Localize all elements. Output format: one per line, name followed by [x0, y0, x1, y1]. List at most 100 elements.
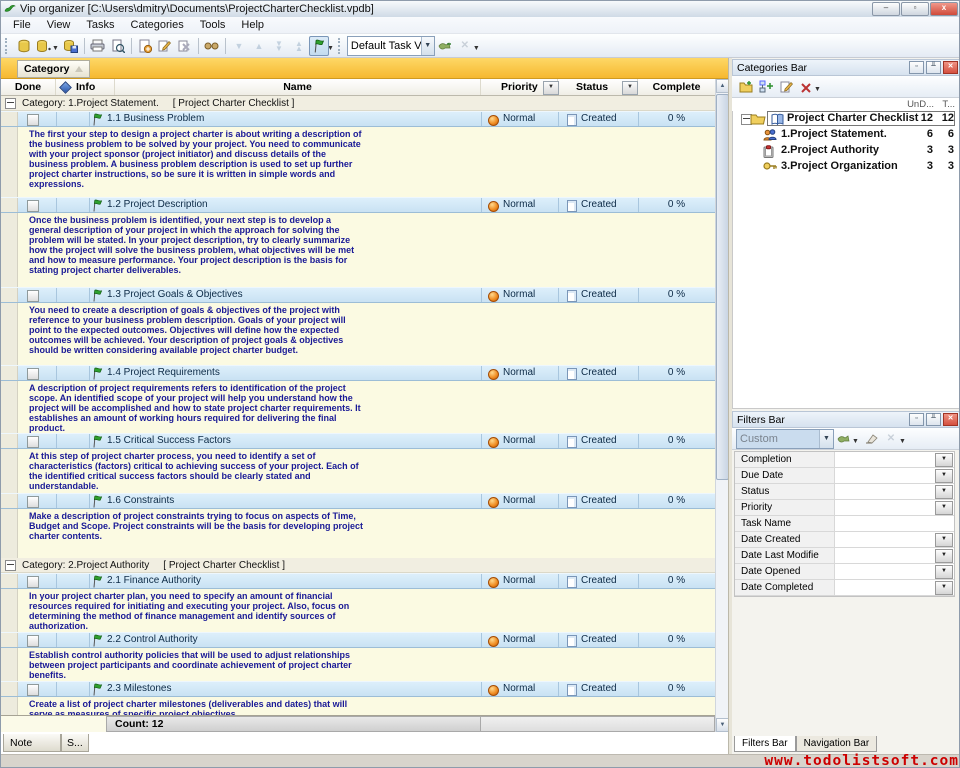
filter-dropdown-icon[interactable]: ▼: [935, 501, 953, 515]
filter-dropdown-icon[interactable]: ▼: [935, 549, 953, 563]
menu-view[interactable]: View: [39, 18, 79, 32]
filter-dropdown-icon[interactable]: ▼: [935, 485, 953, 499]
subtasks-tab[interactable]: S...: [61, 734, 89, 752]
new-task-button[interactable]: [135, 36, 155, 56]
edit-task-button[interactable]: [155, 36, 175, 56]
task-row[interactable]: 1.6 Constraints Normal Created 0 %: [1, 493, 715, 509]
filter-preset-combobox[interactable]: Custom ▼: [736, 429, 834, 449]
done-checkbox[interactable]: [27, 368, 39, 380]
column-header-done[interactable]: Done: [1, 79, 56, 95]
categories-pin-icon[interactable]: ╨: [926, 61, 941, 74]
toolbar-grip[interactable]: [5, 38, 10, 54]
tree-category-item[interactable]: 3.Project Organization33: [733, 159, 960, 175]
status-filter-icon[interactable]: ▼: [622, 81, 638, 95]
filter-value-field[interactable]: [835, 532, 936, 547]
task-view-combobox[interactable]: Default Task V ▼: [347, 36, 435, 56]
filter-value-field[interactable]: [835, 484, 936, 499]
done-checkbox[interactable]: [27, 200, 39, 212]
tree-category-item[interactable]: 2.Project Authority33: [733, 143, 960, 159]
filter-dropdown-icon[interactable]: ▼: [935, 453, 953, 467]
clear-filter-button[interactable]: ✕: [881, 429, 901, 449]
done-checkbox[interactable]: [27, 576, 39, 588]
column-header-name[interactable]: Name: [115, 79, 481, 95]
grid-vertical-scrollbar[interactable]: ▲ ▼: [715, 79, 728, 732]
task-row[interactable]: 1.5 Critical Success Factors Normal Crea…: [1, 433, 715, 449]
task-description-row[interactable]: You need to create a description of goal…: [1, 303, 715, 365]
task-description-row[interactable]: A description of project requirements re…: [1, 381, 715, 433]
filter-value-field[interactable]: [835, 564, 936, 579]
clear-view-button[interactable]: ✕: [455, 36, 475, 56]
categories-close-icon[interactable]: ✕: [943, 61, 958, 74]
note-tab[interactable]: Note: [3, 734, 61, 752]
done-checkbox[interactable]: [27, 684, 39, 696]
filters-close-icon[interactable]: ✕: [943, 413, 958, 426]
priority-filter-icon[interactable]: ▼: [543, 81, 559, 95]
tree-category-item[interactable]: 1.Project Statement.66: [733, 127, 960, 143]
task-row[interactable]: 1.2 Project Description Normal Created 0…: [1, 197, 715, 213]
task-row[interactable]: 1.1 Business Problem Normal Created 0 %: [1, 111, 715, 127]
filter-dropdown-icon[interactable]: ▼: [935, 565, 953, 579]
categories-restore-icon[interactable]: ▫: [909, 61, 924, 74]
add-category-button[interactable]: [756, 77, 776, 97]
done-checkbox[interactable]: [27, 290, 39, 302]
edit-category-button[interactable]: [776, 77, 796, 97]
task-row[interactable]: 1.4 Project Requirements Normal Created …: [1, 365, 715, 381]
done-checkbox[interactable]: [27, 436, 39, 448]
done-checkbox[interactable]: [27, 496, 39, 508]
add-task-list-button[interactable]: [736, 77, 756, 97]
apply-view-button[interactable]: [435, 36, 455, 56]
task-row[interactable]: 2.1 Finance Authority Normal Created 0 %: [1, 573, 715, 589]
task-description-row[interactable]: Once the business problem is identified,…: [1, 213, 715, 287]
undone-column-header[interactable]: UnD...: [904, 99, 934, 110]
close-button[interactable]: x: [930, 2, 958, 16]
group-by-category-button[interactable]: Category: [17, 60, 90, 78]
filter-dropdown-icon[interactable]: ▼: [935, 469, 953, 483]
menu-categories[interactable]: Categories: [123, 18, 192, 32]
filter-value-field[interactable]: [835, 500, 936, 515]
task-description-row[interactable]: At this step of project charter process,…: [1, 449, 715, 493]
maximize-button[interactable]: ▫: [901, 2, 929, 16]
filter-preset-dropdown-icon[interactable]: ▼: [819, 430, 833, 448]
filter-value-field[interactable]: [835, 580, 936, 595]
task-description-row[interactable]: Create a list of project charter milesto…: [1, 697, 715, 715]
task-description-row[interactable]: Make a description of project constraint…: [1, 509, 715, 558]
category-group-row[interactable]: Category: 1.Project Statement. [ Project…: [1, 96, 715, 111]
task-row[interactable]: 2.2 Control Authority Normal Created 0 %: [1, 632, 715, 648]
move-to-bottom-button[interactable]: ▼▼: [269, 36, 289, 56]
menu-tasks[interactable]: Tasks: [78, 18, 122, 32]
filter-value-field[interactable]: [835, 516, 936, 531]
move-down-button[interactable]: ▼: [229, 36, 249, 56]
move-up-button[interactable]: ▲: [249, 36, 269, 56]
tree-root-item[interactable]: Project Charter Checklist1212: [733, 111, 960, 127]
save-database-button[interactable]: [61, 36, 81, 56]
flag-view-button[interactable]: [309, 36, 329, 56]
move-to-top-button[interactable]: ▲▲: [289, 36, 309, 56]
category-group-row[interactable]: Category: 2.Project Authority [ Project …: [1, 558, 715, 573]
menu-file[interactable]: File: [5, 18, 39, 32]
task-description-row[interactable]: Establish control authority policies tha…: [1, 648, 715, 681]
collapse-icon[interactable]: [5, 560, 16, 571]
done-checkbox[interactable]: [27, 635, 39, 647]
apply-filter-button[interactable]: [834, 429, 854, 449]
task-row[interactable]: 1.3 Project Goals & Objectives Normal Cr…: [1, 287, 715, 303]
collapse-icon[interactable]: [5, 98, 16, 109]
column-header-info[interactable]: Info: [56, 79, 115, 95]
toolbar-grip-2[interactable]: [338, 38, 343, 54]
panel-tab-filters-bar[interactable]: Filters Bar: [734, 736, 796, 752]
delete-task-button[interactable]: [175, 36, 195, 56]
print-preview-button[interactable]: [108, 36, 128, 56]
total-column-header[interactable]: T...: [937, 99, 955, 110]
minimize-button[interactable]: –: [872, 2, 900, 16]
task-description-row[interactable]: In your project charter plan, you need t…: [1, 589, 715, 632]
filter-dropdown-icon[interactable]: ▼: [935, 581, 953, 595]
column-header-complete[interactable]: Complete: [638, 79, 715, 95]
task-view-dropdown-icon[interactable]: ▼: [421, 37, 434, 55]
print-button[interactable]: [88, 36, 108, 56]
find-tasks-button[interactable]: [202, 36, 222, 56]
task-row[interactable]: 2.3 Milestones Normal Created 0 %: [1, 681, 715, 697]
erase-filter-button[interactable]: [861, 429, 881, 449]
filter-dropdown-icon[interactable]: ▼: [935, 533, 953, 547]
filter-value-field[interactable]: [835, 548, 936, 563]
delete-category-button[interactable]: [796, 77, 816, 97]
task-description-row[interactable]: The first your step to design a project …: [1, 127, 715, 197]
